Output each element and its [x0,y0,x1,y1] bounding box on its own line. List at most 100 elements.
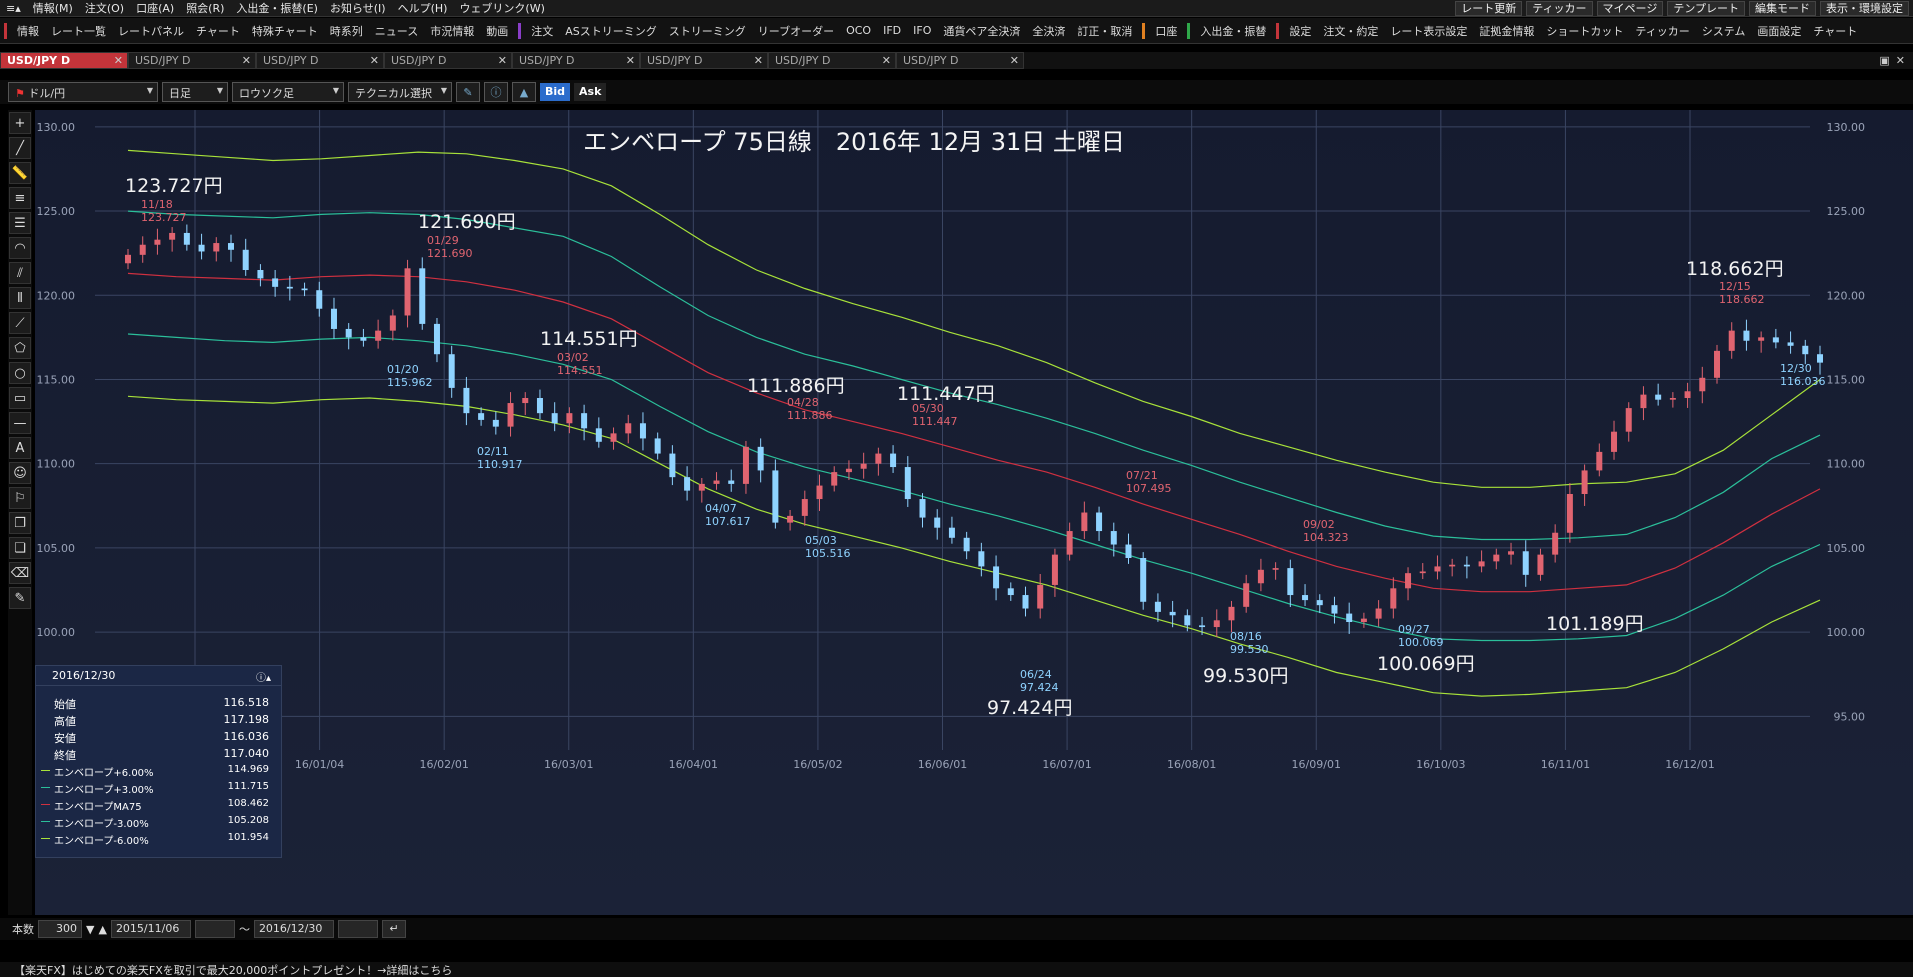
tab-usdjpy-2[interactable]: USD/JPY D ✕ [128,52,256,69]
tab-usdjpy-5[interactable]: USD/JPY D ✕ [512,52,640,69]
status-ticker[interactable]: 【楽天FX】はじめての楽天FXを取引で最大20,000ポイントプレゼント！→詳細… [0,962,1913,977]
count-input[interactable]: 300 [38,920,82,938]
tb-market[interactable]: 市況情報 [424,23,480,39]
arc-icon[interactable]: ◠ [9,237,31,259]
from-time-input[interactable] [194,920,235,938]
menu-order[interactable]: 注文(O) [79,0,130,16]
return-icon[interactable]: ↵ [381,920,406,938]
display-settings-button[interactable]: 表示・環境設定 [1820,0,1909,16]
tb-oco[interactable]: OCO [840,24,877,37]
vertical-lines-icon[interactable]: ⦀ [9,287,31,309]
eraser-icon[interactable]: ⌫ [9,562,31,584]
ruler-icon[interactable]: 📏 [9,162,31,184]
period-select[interactable]: 日足 [162,82,228,102]
close-icon[interactable]: ✕ [498,54,507,67]
close-icon[interactable]: ✕ [1010,54,1019,67]
count-down-icon[interactable]: ▼ [86,923,94,936]
smiley-icon[interactable]: ☺ [9,462,31,484]
pencil-icon[interactable]: ✎ [456,82,480,102]
close-icon[interactable]: ✕ [882,54,891,67]
tb-ticker[interactable]: ティッカー [1629,23,1695,39]
tb-special-chart[interactable]: 特殊チャート [246,23,324,39]
menu-deposit[interactable]: 入出金・振替(E) [230,0,324,16]
tb-news[interactable]: ニュース [369,23,424,39]
tb-order-exec[interactable]: 注文・約定 [1317,23,1384,39]
ticker-button[interactable]: ティッカー [1526,0,1593,16]
price-chart[interactable]: 130.00 130.00 125.00 125.00 120.00 120.00 115.… [35,110,1913,915]
chart-type-select[interactable]: ロウソク足 [232,82,344,102]
tb-timeseries[interactable]: 時系列 [324,23,369,39]
tb-rate-list[interactable]: レート一覧 [45,23,112,39]
tab-usdjpy-8[interactable]: USD/JPY D ✕ [896,52,1024,69]
tb-margin[interactable]: 証拠金情報 [1473,23,1540,39]
ohlc-info-panel[interactable]: 2016/12/30 ⓘ▴ 始値 116.518 高値 117.198 安値 116.… [35,665,282,858]
tab-usdjpy-3[interactable]: USD/JPY D ✕ [256,52,384,69]
menu-weblink[interactable]: ウェブリンク(W) [453,0,550,16]
tb-all-settle[interactable]: 全決済 [1026,23,1071,39]
circle-icon[interactable]: ○ [9,362,31,384]
tb-system[interactable]: システム [1696,23,1752,39]
rate-update-button[interactable]: レート更新 [1455,0,1523,16]
tb-as-streaming[interactable]: ASストリーミング [559,23,663,39]
menu-help[interactable]: ヘルプ(H) [392,0,454,16]
tb-order[interactable]: 注文 [525,23,559,39]
menu-info[interactable]: 情報(M) [27,0,79,16]
mypage-button[interactable]: マイページ [1596,0,1664,16]
tab-usdjpy-4[interactable]: USD/JPY D ✕ [384,52,512,69]
fan-icon[interactable]: ⟋ [9,312,31,334]
close-icon[interactable]: ✕ [754,54,763,67]
menu-news[interactable]: お知らせ(I) [324,0,392,16]
from-date-input[interactable]: 2015/11/06 [110,920,191,938]
close-icon[interactable]: ✕ [242,54,251,67]
tb-pair-settle[interactable]: 通貨ペア全決済 [937,23,1026,39]
tab-usdjpy-6[interactable]: USD/JPY D ✕ [640,52,768,69]
menu-account[interactable]: 口座(A) [130,0,180,16]
fibonacci-icon[interactable]: ☰ [9,212,31,234]
count-up-icon[interactable]: ▲ [98,923,106,936]
tb-ifd[interactable]: IFD [877,24,907,37]
tb-deposit[interactable]: 入出金・振替 [1194,23,1272,39]
horizontal-lines-icon[interactable]: ≡ [9,187,31,209]
to-date-input[interactable]: 2016/12/30 [253,920,334,938]
tb-rate-display[interactable]: レート表示設定 [1384,23,1473,39]
app-menu-icon[interactable]: ≡▴ [0,2,27,15]
text-icon[interactable]: A [9,437,31,459]
tb-ifo[interactable]: IFO [907,24,937,37]
pentagon-icon[interactable]: ⬠ [9,337,31,359]
tb-leave-order[interactable]: リーブオーダー [752,23,840,39]
rectangle-icon[interactable]: ▭ [9,387,31,409]
menu-inquiry[interactable]: 照会(R) [180,0,230,16]
close-window-icon[interactable]: ✕ [1896,54,1905,67]
tb-video[interactable]: 動画 [480,23,514,39]
hline-icon[interactable]: — [9,412,31,434]
tb-chart-settings[interactable]: チャート [1807,23,1863,39]
mark-icon[interactable]: ⚐ [9,487,31,509]
tab-usdjpy-1[interactable]: USD/JPY D ✕ [0,52,128,69]
technical-select[interactable]: テクニカル選択 [348,82,452,102]
tab-usdjpy-7[interactable]: USD/JPY D ✕ [768,52,896,69]
info-icon[interactable]: ⓘ [484,82,508,102]
paste-icon[interactable]: ❏ [9,537,31,559]
copy-icon[interactable]: ❐ [9,512,31,534]
tb-chart[interactable]: チャート [190,23,246,39]
close-icon[interactable]: ✕ [114,54,123,67]
tb-account[interactable]: 口座 [1149,23,1183,39]
bid-toggle[interactable]: Bid [540,83,571,101]
info-collapse-icon[interactable]: ⓘ▴ [256,669,271,684]
tb-shortcut[interactable]: ショートカット [1540,23,1629,39]
tb-rate-panel[interactable]: レートパネル [112,23,190,39]
tb-settings[interactable]: 設定 [1283,23,1317,39]
eraser-all-icon[interactable]: ✎ [9,587,31,609]
edit-mode-button[interactable]: 編集モード [1749,0,1816,16]
pair-select[interactable]: ⚑ ドル/円 [8,82,158,102]
template-button[interactable]: テンプレート [1667,0,1745,16]
close-icon[interactable]: ✕ [370,54,379,67]
to-time-input[interactable] [337,920,378,938]
crosshair-icon[interactable]: + [9,112,31,134]
ask-toggle[interactable]: Ask [574,83,607,101]
tb-streaming[interactable]: ストリーミング [663,23,752,39]
trendline-icon[interactable]: ╱ [9,137,31,159]
tb-screen[interactable]: 画面設定 [1751,23,1807,39]
tb-modify-cancel[interactable]: 訂正・取消 [1071,23,1138,39]
mountain-chart-icon[interactable]: ▲ [512,82,536,102]
